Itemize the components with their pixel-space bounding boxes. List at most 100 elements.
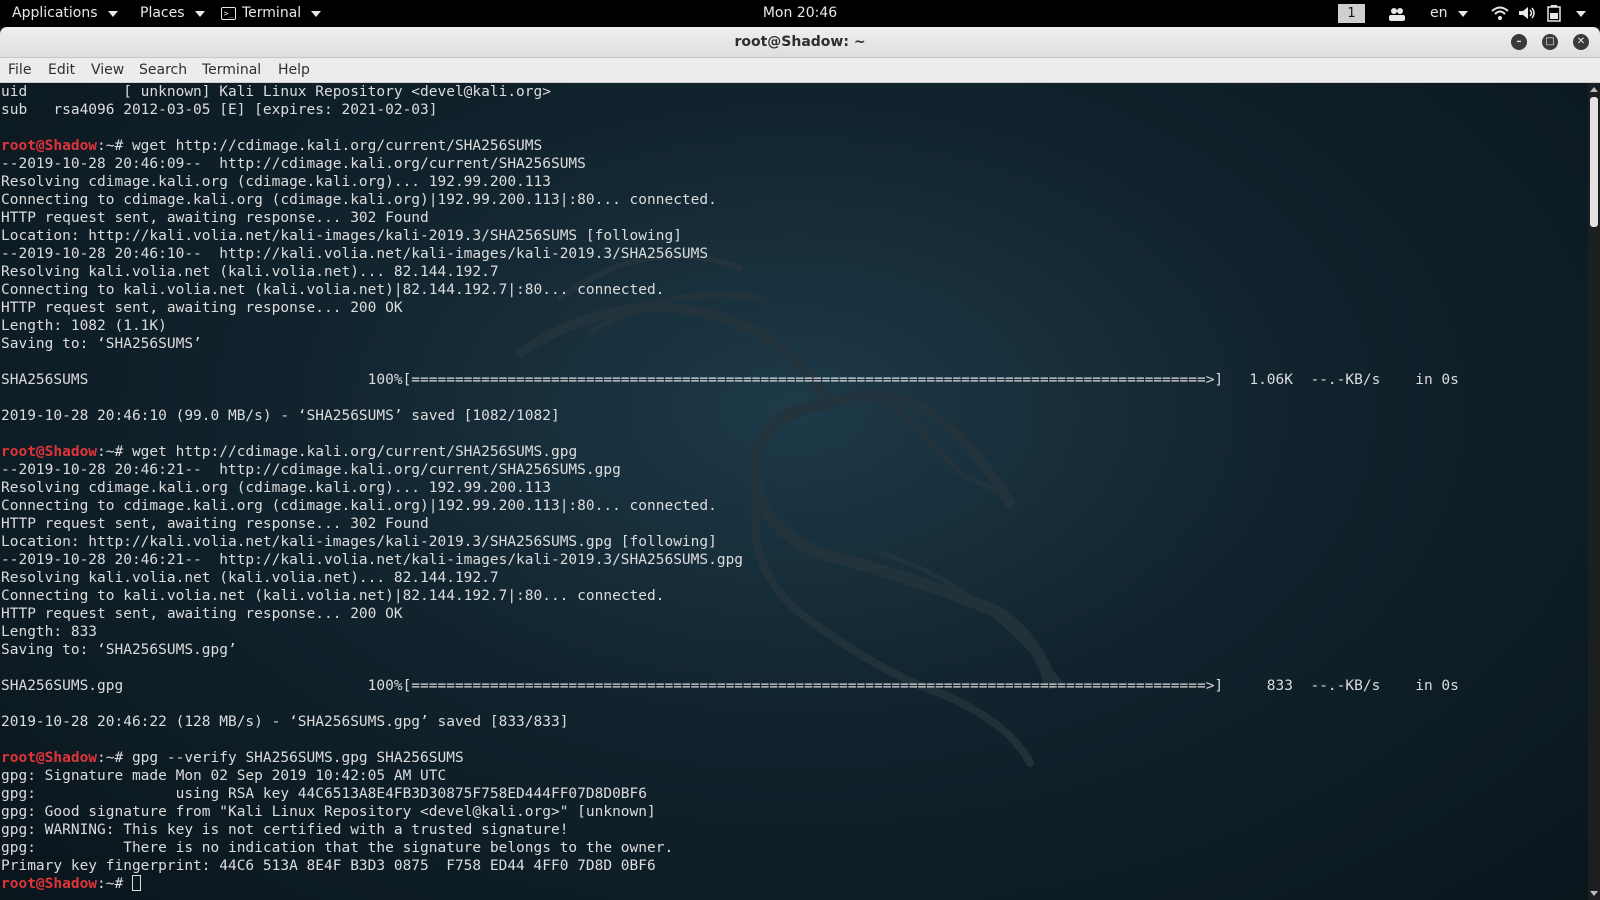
chevron-down-icon <box>1457 10 1468 17</box>
terminal-line: uid [ unknown] Kali Linux Repository <de… <box>1 83 1459 101</box>
terminal-line: Location: http://kali.volia.net/kali-ima… <box>1 227 1459 245</box>
scrollbar-thumb[interactable] <box>1590 97 1598 227</box>
terminal-line: HTTP request sent, awaiting response... … <box>1 209 1459 227</box>
line-text: Connecting to cdimage.kali.org (cdimage.… <box>1 192 717 208</box>
prompt-suffix: :~# <box>97 444 132 460</box>
text-cursor[interactable] <box>131 875 141 891</box>
terminal-line: Length: 1082 (1.1K) <box>1 317 1459 335</box>
terminal-line: Connecting to cdimage.kali.org (cdimage.… <box>1 497 1459 515</box>
prompt-user: root@Shadow <box>1 444 98 460</box>
terminal-line: 2019-10-28 20:46:10 (99.0 MB/s) - ‘SHA25… <box>1 407 1459 425</box>
line-text: HTTP request sent, awaiting response... … <box>1 516 429 532</box>
terminal-prompt-line: root@Shadow:~# <box>1 875 1459 893</box>
line-text: --2019-10-28 20:46:21-- http://kali.voli… <box>1 552 744 568</box>
line-text: 2019-10-28 20:46:10 (99.0 MB/s) - ‘SHA25… <box>1 408 560 424</box>
terminal-line: gpg: Good signature from "Kali Linux Rep… <box>1 803 1459 821</box>
line-text: gpg --verify SHA256SUMS.gpg SHA256SUMS <box>131 750 464 766</box>
line-text: wget http://cdimage.kali.org/current/SHA… <box>131 444 578 460</box>
line-text: Length: 833 <box>1 624 98 640</box>
terminal-line: HTTP request sent, awaiting response... … <box>1 515 1459 533</box>
scroll-up-icon[interactable] <box>1590 87 1598 92</box>
prompt-user: root@Shadow <box>1 750 98 766</box>
line-text: Connecting to kali.volia.net (kali.volia… <box>1 282 665 298</box>
line-text: Resolving cdimage.kali.org (cdimage.kali… <box>1 480 551 496</box>
line-text: gpg: WARNING: This key is not certified … <box>1 822 569 838</box>
terminal-line: Length: 833 <box>1 623 1459 641</box>
battery-icon[interactable] <box>1547 5 1561 22</box>
terminal-line: SHA256SUMS 100%[========================… <box>1 371 1459 389</box>
terminal-line: Resolving cdimage.kali.org (cdimage.kali… <box>1 173 1459 191</box>
terminal-line: Connecting to cdimage.kali.org (cdimage.… <box>1 191 1459 209</box>
terminal-line: gpg: WARNING: This key is not certified … <box>1 821 1459 839</box>
line-text: Location: http://kali.volia.net/kali-ima… <box>1 534 717 550</box>
prompt-suffix: :~# <box>97 138 132 154</box>
line-text: gpg: Good signature from "Kali Linux Rep… <box>1 804 656 820</box>
line-text: Resolving kali.volia.net (kali.volia.net… <box>1 264 499 280</box>
prompt-suffix: :~# <box>97 750 132 766</box>
close-icon[interactable]: ✕ <box>1573 34 1589 50</box>
terminal-text: uid [ unknown] Kali Linux Repository <de… <box>1 83 1459 893</box>
people-icon[interactable] <box>1388 7 1406 21</box>
menu-bar: File Edit View Search Terminal Help <box>0 58 1600 83</box>
terminal-line: Connecting to kali.volia.net (kali.volia… <box>1 587 1459 605</box>
terminal-line: Resolving kali.volia.net (kali.volia.net… <box>1 569 1459 587</box>
minimize-icon[interactable]: – <box>1511 34 1527 50</box>
terminal-scrollbar[interactable] <box>1588 83 1600 900</box>
line-text: Length: 1082 (1.1K) <box>1 318 167 334</box>
language-selector[interactable]: en <box>1430 0 1468 27</box>
window-title: root@Shadow: ~ <box>734 34 866 50</box>
line-text: wget http://cdimage.kali.org/current/SHA… <box>131 138 543 154</box>
workspace-indicator[interactable]: 1 <box>1338 4 1365 23</box>
prompt-user: root@Shadow <box>1 876 98 892</box>
line-text: --2019-10-28 20:46:10-- http://kali.voli… <box>1 246 709 262</box>
line-text: Resolving cdimage.kali.org (cdimage.kali… <box>1 174 551 190</box>
line-text: HTTP request sent, awaiting response... … <box>1 210 429 226</box>
line-text: 2019-10-28 20:46:22 (128 MB/s) - ‘SHA256… <box>1 714 569 730</box>
top-panel: Applications Places >_ Terminal Mon 20:4… <box>0 0 1600 27</box>
line-text: SHA256SUMS.gpg 100%[====================… <box>1 678 1459 694</box>
terminal-prompt-line: root@Shadow:~# wget http://cdimage.kali.… <box>1 137 1459 155</box>
terminal-output[interactable]: uid [ unknown] Kali Linux Repository <de… <box>0 83 1588 900</box>
terminal-line: Resolving cdimage.kali.org (cdimage.kali… <box>1 479 1459 497</box>
terminal-line: HTTP request sent, awaiting response... … <box>1 299 1459 317</box>
line-text: gpg: Signature made Mon 02 Sep 2019 10:4… <box>1 768 447 784</box>
wifi-icon[interactable] <box>1491 6 1509 20</box>
prompt-user: root@Shadow <box>1 138 98 154</box>
menu-edit[interactable]: Edit <box>48 58 75 82</box>
line-text: sub rsa4096 2012-03-05 [E] [expires: 202… <box>1 102 438 118</box>
prompt-suffix: :~# <box>97 876 132 892</box>
clock-label: Mon 20:46 <box>762 5 838 21</box>
menu-terminal[interactable]: Terminal <box>202 58 261 82</box>
maximize-icon[interactable]: □ <box>1542 34 1558 50</box>
terminal-line: gpg: Signature made Mon 02 Sep 2019 10:4… <box>1 767 1459 785</box>
volume-icon[interactable] <box>1518 6 1536 20</box>
line-text: Saving to: ‘SHA256SUMS’ <box>1 336 202 352</box>
terminal-line: --2019-10-28 20:46:09-- http://cdimage.k… <box>1 155 1459 173</box>
line-text: --2019-10-28 20:46:09-- http://cdimage.k… <box>1 156 586 172</box>
menu-view[interactable]: View <box>91 58 124 82</box>
line-text: Resolving kali.volia.net (kali.volia.net… <box>1 570 499 586</box>
terminal-line: Saving to: ‘SHA256SUMS.gpg’ <box>1 641 1459 659</box>
terminal-line: Resolving kali.volia.net (kali.volia.net… <box>1 263 1459 281</box>
scroll-down-icon[interactable] <box>1590 891 1598 896</box>
menu-file[interactable]: File <box>8 58 31 82</box>
terminal-line: --2019-10-28 20:46:21-- http://kali.voli… <box>1 551 1459 569</box>
terminal-prompt-line: root@Shadow:~# wget http://cdimage.kali.… <box>1 443 1459 461</box>
line-text: Connecting to cdimage.kali.org (cdimage.… <box>1 498 717 514</box>
system-menu-chevron-icon[interactable] <box>1576 11 1586 17</box>
line-text: Connecting to kali.volia.net (kali.volia… <box>1 588 665 604</box>
terminal-line: --2019-10-28 20:46:21-- http://cdimage.k… <box>1 461 1459 479</box>
window-titlebar[interactable]: root@Shadow: ~ – □ ✕ <box>0 27 1600 58</box>
terminal-line: --2019-10-28 20:46:10-- http://kali.voli… <box>1 245 1459 263</box>
line-text: HTTP request sent, awaiting response... … <box>1 606 403 622</box>
menu-help[interactable]: Help <box>278 58 310 82</box>
line-text: uid [ unknown] Kali Linux Repository <de… <box>1 84 551 100</box>
terminal-prompt-line: root@Shadow:~# gpg --verify SHA256SUMS.g… <box>1 749 1459 767</box>
menu-search[interactable]: Search <box>139 58 187 82</box>
